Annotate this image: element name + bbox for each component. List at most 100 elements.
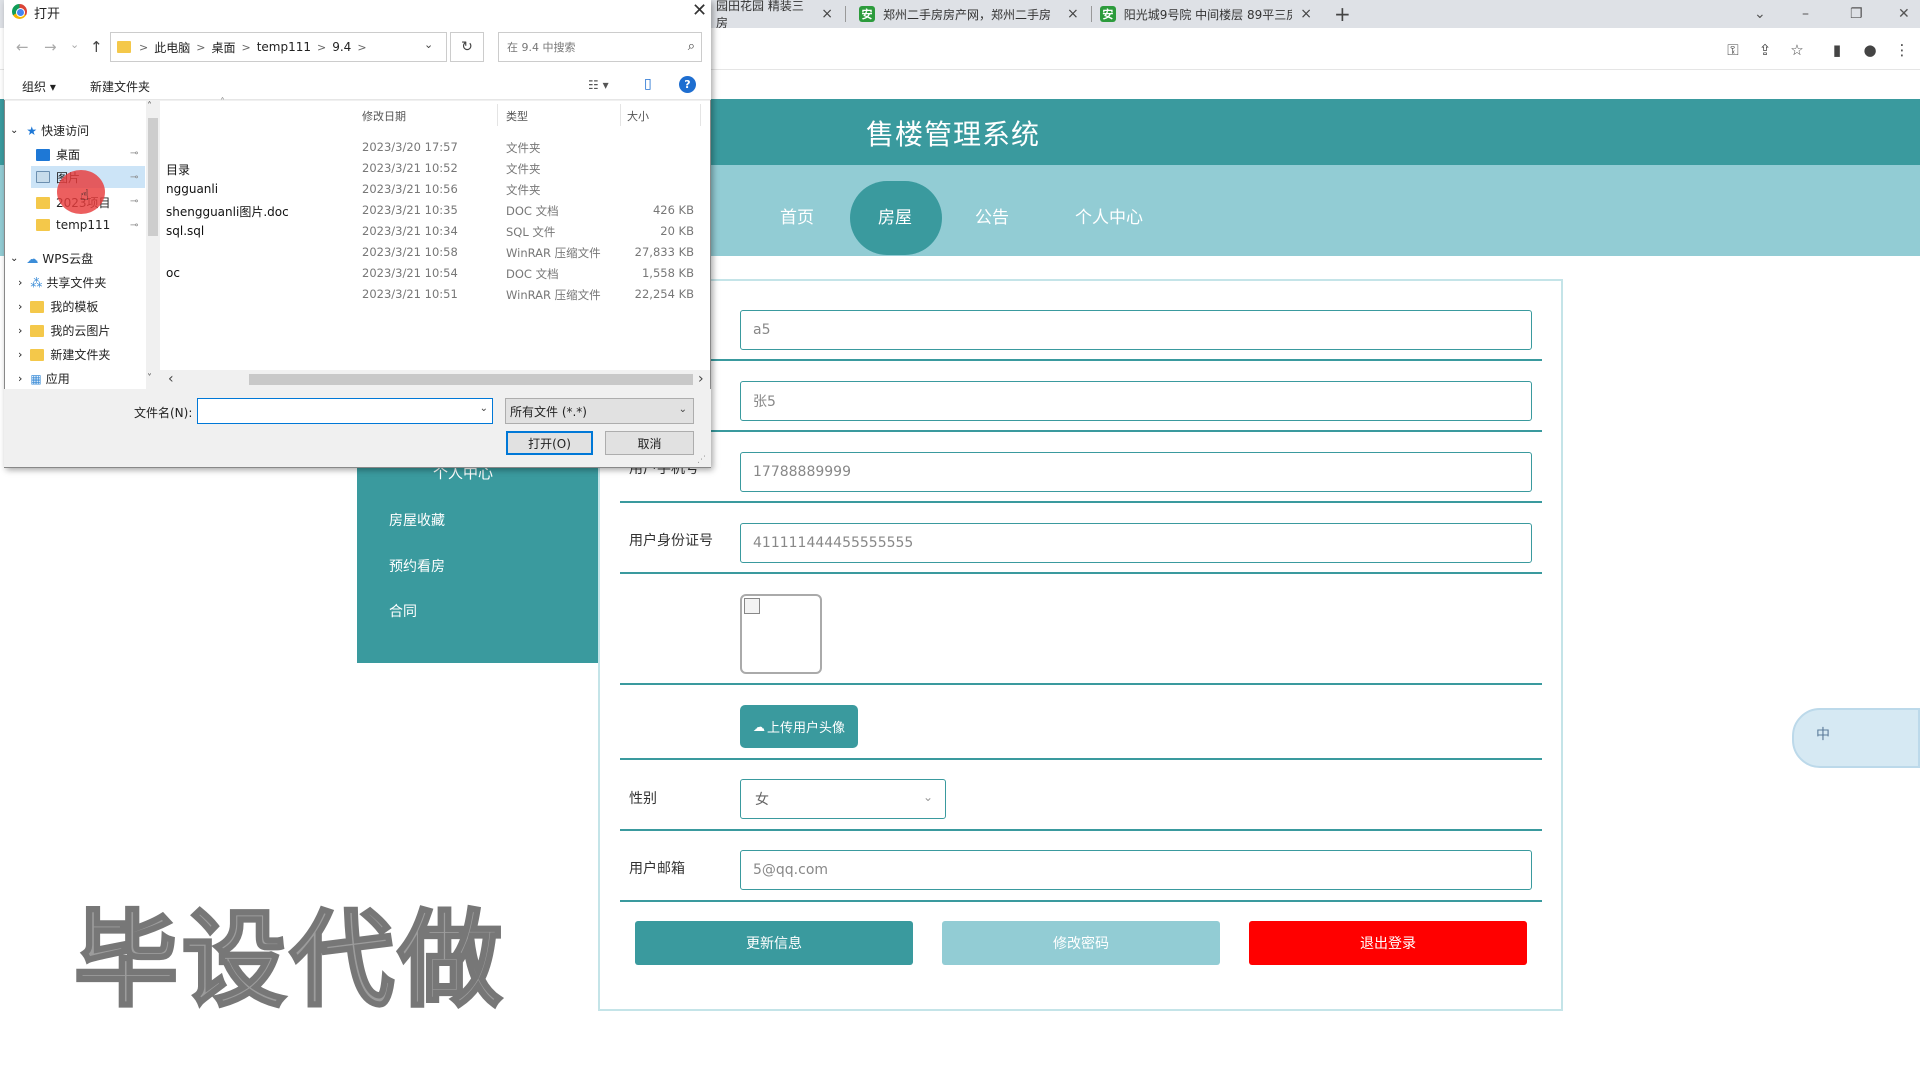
- nav-houses[interactable]: 房屋: [878, 203, 912, 228]
- folder-icon: [117, 41, 131, 53]
- filename-input[interactable]: ⌄: [197, 398, 493, 424]
- help-icon[interactable]: ?: [679, 76, 696, 93]
- tree-label: 新建文件夹: [50, 348, 111, 362]
- share-icon[interactable]: ⇪: [1755, 40, 1775, 60]
- key-icon[interactable]: ⚿: [1723, 40, 1743, 60]
- logout-button[interactable]: 退出登录: [1249, 921, 1527, 965]
- phone-input[interactable]: 17788889999: [740, 452, 1532, 492]
- file-type: WinRAR 压缩文件: [506, 246, 601, 260]
- refresh-icon[interactable]: ↻: [450, 32, 484, 62]
- pin-icon: ⊸: [130, 148, 139, 159]
- idcard-input[interactable]: 411111444455555555: [740, 523, 1532, 563]
- cancel-button[interactable]: 取消: [605, 431, 694, 455]
- recent-locations-icon[interactable]: ⌄: [70, 38, 79, 51]
- breadcrumb-desktop[interactable]: 桌面: [211, 39, 235, 56]
- filename-label: 文件名(N):: [134, 406, 193, 420]
- tree-item-temp111[interactable]: temp111: [36, 218, 110, 232]
- tree-label: 应用: [45, 372, 70, 386]
- preview-pane-icon[interactable]: ▯: [644, 76, 652, 92]
- window-close-icon[interactable]: ✕: [1898, 0, 1910, 28]
- browser-tab-1[interactable]: 园田花园 精装三房 ×: [708, 0, 841, 30]
- scroll-down-icon[interactable]: ˅: [147, 373, 152, 384]
- back-arrow-icon[interactable]: ←: [16, 38, 29, 56]
- minimize-icon[interactable]: –: [1802, 0, 1809, 28]
- breadcrumb-separator: >: [139, 40, 149, 54]
- organize-button[interactable]: 组织 ▾: [22, 78, 56, 95]
- more-icon[interactable]: ⋮: [1892, 40, 1912, 60]
- gender-select[interactable]: 女 ⌄: [740, 779, 946, 819]
- open-button[interactable]: 打开(O): [506, 431, 593, 455]
- file-type: 文件夹: [506, 183, 541, 197]
- folder-search-input[interactable]: 在 9.4 中搜索 ⌕: [498, 32, 702, 62]
- tree-label: temp111: [56, 218, 111, 232]
- tree-label: 我的模板: [50, 300, 99, 314]
- search-icon: ⌕: [687, 39, 695, 54]
- profile-icon[interactable]: ●: [1860, 40, 1880, 60]
- email-label: 用户邮箱: [629, 861, 685, 877]
- star-icon[interactable]: ☆: [1787, 40, 1807, 60]
- file-type: WinRAR 压缩文件: [506, 288, 601, 302]
- name-input[interactable]: 张5: [740, 381, 1532, 421]
- change-password-button[interactable]: 修改密码: [942, 921, 1220, 965]
- pictures-icon: [36, 171, 50, 183]
- tree-item-desktop[interactable]: 桌面: [36, 146, 80, 163]
- new-folder-button[interactable]: 新建文件夹: [90, 78, 150, 95]
- scroll-left-icon[interactable]: ‹: [168, 371, 174, 387]
- breadcrumb-this-pc[interactable]: 此电脑: [154, 39, 190, 56]
- column-header-size[interactable]: 大小: [627, 108, 649, 124]
- scroll-right-icon[interactable]: ›: [698, 371, 704, 387]
- tree-item-my-cloud-pictures[interactable]: › 我的云图片: [18, 322, 110, 339]
- tree-item-apps[interactable]: › ▦ 应用: [18, 370, 70, 387]
- site-favicon-icon: 安: [1100, 6, 1116, 22]
- browser-tab-3[interactable]: 安 阳光城9号院 中间楼层 89平三房 ×: [1092, 0, 1320, 28]
- tree-item-wps-cloud[interactable]: ⌄ ☁ WPS云盘: [10, 250, 93, 267]
- close-icon[interactable]: ✕: [692, 0, 707, 21]
- scroll-up-icon[interactable]: ˄: [147, 101, 152, 112]
- sidebar-item-contracts[interactable]: 合同: [389, 601, 417, 621]
- row-divider: [620, 683, 1542, 685]
- tree-item-my-templates[interactable]: › 我的模板: [18, 298, 98, 315]
- column-header-type[interactable]: 类型: [506, 108, 528, 124]
- account-input[interactable]: a5: [740, 310, 1532, 350]
- sidebar-icon[interactable]: ▮: [1827, 40, 1847, 60]
- column-header-modified[interactable]: 修改日期: [362, 108, 406, 124]
- resize-grip-icon[interactable]: ⋰: [697, 455, 706, 465]
- ime-widget[interactable]: 中: [1792, 708, 1920, 768]
- chevron-down-icon[interactable]: ⌄: [424, 38, 433, 51]
- close-icon[interactable]: ×: [1067, 6, 1079, 22]
- tree-item-new-folder[interactable]: › 新建文件夹: [18, 346, 110, 363]
- breadcrumb-temp111[interactable]: temp111: [257, 40, 311, 54]
- address-bar[interactable]: > 此电脑 > 桌面 > temp111 > 9.4 >: [110, 32, 447, 62]
- view-options-icon[interactable]: ☷ ▾: [588, 78, 609, 92]
- close-icon[interactable]: ×: [1300, 6, 1312, 22]
- up-arrow-icon[interactable]: ↑: [90, 38, 103, 56]
- horizontal-scrollbar-thumb[interactable]: [249, 374, 693, 385]
- tab-search-icon[interactable]: ⌄: [1754, 0, 1766, 28]
- email-input[interactable]: 5@qq.com: [740, 850, 1532, 890]
- tree-scrollbar-thumb[interactable]: [148, 118, 158, 236]
- nav-home[interactable]: 首页: [780, 203, 814, 228]
- search-placeholder: 在 9.4 中搜索: [507, 41, 576, 54]
- forward-arrow-icon[interactable]: →: [44, 38, 57, 56]
- file-type: SQL 文件: [506, 225, 556, 239]
- browser-tab-2[interactable]: 安 郑州二手房房产网，郑州二手房 ×: [851, 0, 1089, 28]
- filetype-select[interactable]: 所有文件 (*.*) ⌄: [505, 398, 694, 424]
- breadcrumb-9-4[interactable]: 9.4: [332, 40, 351, 54]
- pin-icon: ⊸: [130, 172, 139, 183]
- new-tab-button[interactable]: +: [1334, 0, 1351, 28]
- apps-icon: ▦: [30, 371, 42, 386]
- file-date: 2023/3/20 17:57: [362, 140, 458, 154]
- update-info-button[interactable]: 更新信息: [635, 921, 913, 965]
- breadcrumb-separator: >: [241, 40, 251, 54]
- chevron-down-icon[interactable]: ⌄: [480, 403, 488, 414]
- dialog-titlebar: 打开 ✕: [4, 0, 711, 24]
- sidebar-item-viewings[interactable]: 预约看房: [389, 556, 445, 576]
- tree-item-shared-folder[interactable]: › ⁂ 共享文件夹: [18, 274, 106, 291]
- sidebar-item-favorites[interactable]: 房屋收藏: [389, 510, 445, 530]
- close-icon[interactable]: ×: [821, 6, 833, 22]
- nav-notices[interactable]: 公告: [975, 203, 1009, 228]
- tree-item-quick-access[interactable]: ⌄ ★ 快速访问: [10, 122, 89, 139]
- nav-personal-center[interactable]: 个人中心: [1075, 203, 1143, 228]
- restore-icon[interactable]: ❐: [1850, 0, 1863, 28]
- upload-avatar-button[interactable]: ☁ 上传用户头像: [740, 705, 858, 748]
